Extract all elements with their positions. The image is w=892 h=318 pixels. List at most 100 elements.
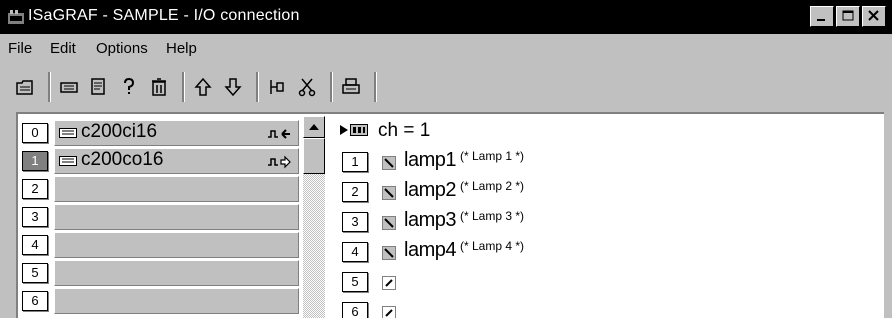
window-controls xyxy=(810,6,886,27)
toolbar-group-move xyxy=(184,72,258,102)
board-row[interactable]: 4 xyxy=(18,232,303,258)
print-icon xyxy=(342,78,360,94)
variable-name xyxy=(404,299,408,318)
boolean-variable-icon xyxy=(382,216,396,230)
boolean-variable-icon xyxy=(382,186,396,200)
help-icon xyxy=(124,77,135,94)
close-button[interactable] xyxy=(862,6,886,27)
channel-number: 5 xyxy=(342,272,368,292)
close-icon xyxy=(868,10,879,21)
variable-name: lamp3 (* Lamp 3 *) xyxy=(404,209,525,231)
output-signal-icon xyxy=(268,155,291,169)
channel-number: 3 xyxy=(342,212,368,232)
variable-row[interactable]: 2 lamp2 (* Lamp 2 *) xyxy=(338,178,858,204)
board-cell-empty[interactable] xyxy=(54,176,299,202)
move-down-button[interactable] xyxy=(220,74,246,100)
menu-options[interactable]: Options xyxy=(96,40,148,57)
variable-row[interactable]: 1 lamp1 (* Lamp 1 *) xyxy=(338,148,858,174)
variable-row[interactable]: 5 xyxy=(338,268,858,294)
board-icon xyxy=(59,128,77,138)
open-icon xyxy=(16,80,33,95)
minimize-icon xyxy=(817,19,825,21)
board-row[interactable]: 1 c200co16 xyxy=(18,148,303,174)
board-icon xyxy=(59,156,77,166)
variable-row[interactable]: 4 lamp4 (* Lamp 4 *) xyxy=(338,238,858,264)
variable-row[interactable]: 6 xyxy=(338,298,858,318)
board-row[interactable]: 6 xyxy=(18,288,303,314)
slot-number: 0 xyxy=(22,123,48,143)
board-cell[interactable]: c200co16 xyxy=(54,148,299,174)
title-bar[interactable]: ISaGRAF - SAMPLE - I/O connection xyxy=(0,0,892,34)
slot-number: 2 xyxy=(22,179,48,199)
board-list: 0 c200ci16 1 c200co16 2 3 4 5 6 xyxy=(18,114,303,318)
scroll-thumb[interactable] xyxy=(303,138,325,174)
board-row[interactable]: 0 c200ci16 xyxy=(18,120,303,146)
scroll-up-arrow-icon xyxy=(309,124,319,130)
variable-comment: (* Lamp 3 *) xyxy=(459,209,525,223)
slot-number: 1 xyxy=(22,151,48,171)
properties-button[interactable] xyxy=(86,74,112,100)
maximize-button[interactable] xyxy=(836,6,860,27)
app-icon xyxy=(8,10,24,24)
unconnected-channel-icon xyxy=(382,306,396,318)
board-row[interactable]: 2 xyxy=(18,176,303,202)
toolbar-group-file xyxy=(6,72,50,102)
board-cell-empty[interactable] xyxy=(54,288,299,314)
channel-number: 4 xyxy=(342,242,368,262)
variable-comment: (* Lamp 2 *) xyxy=(459,179,525,193)
toolbar-group-print xyxy=(332,72,376,102)
connect-icon xyxy=(270,80,284,94)
client-area: 0 c200ci16 1 c200co16 2 3 4 5 6 ch = 1 1… xyxy=(16,112,884,318)
board-cell-empty[interactable] xyxy=(54,232,299,258)
toolbar-group-connect xyxy=(258,72,332,102)
disconnect-button[interactable] xyxy=(294,74,320,100)
board-cell[interactable]: c200ci16 xyxy=(54,120,299,146)
input-signal-icon xyxy=(268,129,290,139)
unconnected-channel-icon xyxy=(382,276,396,290)
variable-comment: (* Lamp 4 *) xyxy=(459,239,525,253)
channel-icon xyxy=(350,124,368,136)
board-list-scrollbar[interactable] xyxy=(303,116,325,318)
variable-name: lamp1 (* Lamp 1 *) xyxy=(404,149,525,171)
move-up-icon xyxy=(194,77,212,96)
slot-number: 6 xyxy=(22,291,48,311)
channel-number: 2 xyxy=(342,182,368,202)
variable-name: lamp2 (* Lamp 2 *) xyxy=(404,179,525,201)
move-up-button[interactable] xyxy=(190,74,216,100)
minimize-button[interactable] xyxy=(810,6,834,27)
variable-row[interactable]: 3 lamp3 (* Lamp 3 *) xyxy=(338,208,858,234)
channel-label: ch = 1 xyxy=(378,120,431,141)
print-button[interactable] xyxy=(338,74,364,100)
properties-icon xyxy=(91,78,105,95)
menu-edit[interactable]: Edit xyxy=(50,40,76,57)
channel-number: 1 xyxy=(342,152,368,172)
delete-icon xyxy=(152,78,166,96)
boolean-variable-icon xyxy=(382,246,396,260)
board-cell-empty[interactable] xyxy=(54,204,299,230)
toolbar-group-edit xyxy=(50,72,184,102)
expand-arrow-icon[interactable] xyxy=(340,125,348,135)
scroll-up-button[interactable] xyxy=(303,116,325,138)
variable-comment: (* Lamp 1 *) xyxy=(459,149,525,163)
variable-name: lamp4 (* Lamp 4 *) xyxy=(404,239,525,261)
board-cell-empty[interactable] xyxy=(54,260,299,286)
board-row[interactable]: 5 xyxy=(18,260,303,286)
channel-number: 6 xyxy=(342,302,368,318)
help-button[interactable] xyxy=(116,74,142,100)
board-row[interactable]: 3 xyxy=(18,204,303,230)
channel-panel: ch = 1 1 lamp1 (* Lamp 1 *) 2 lamp2 (* Lam… xyxy=(338,114,878,318)
delete-button[interactable] xyxy=(146,74,172,100)
disconnect-icon xyxy=(298,78,316,97)
add-board-button[interactable] xyxy=(56,74,82,100)
window-title: ISaGRAF - SAMPLE - I/O connection xyxy=(28,7,300,24)
variable-name xyxy=(404,269,408,292)
open-button[interactable] xyxy=(12,74,38,100)
move-down-icon xyxy=(224,78,242,97)
board-name: c200co16 xyxy=(81,149,164,170)
channel-header: ch = 1 xyxy=(338,120,638,142)
menu-file[interactable]: File xyxy=(8,40,32,57)
connect-button[interactable] xyxy=(264,74,290,100)
slot-number: 5 xyxy=(22,263,48,283)
menu-help[interactable]: Help xyxy=(166,40,197,57)
isagraf-io-connection-window: ISaGRAF - SAMPLE - I/O connection File E… xyxy=(0,0,892,318)
